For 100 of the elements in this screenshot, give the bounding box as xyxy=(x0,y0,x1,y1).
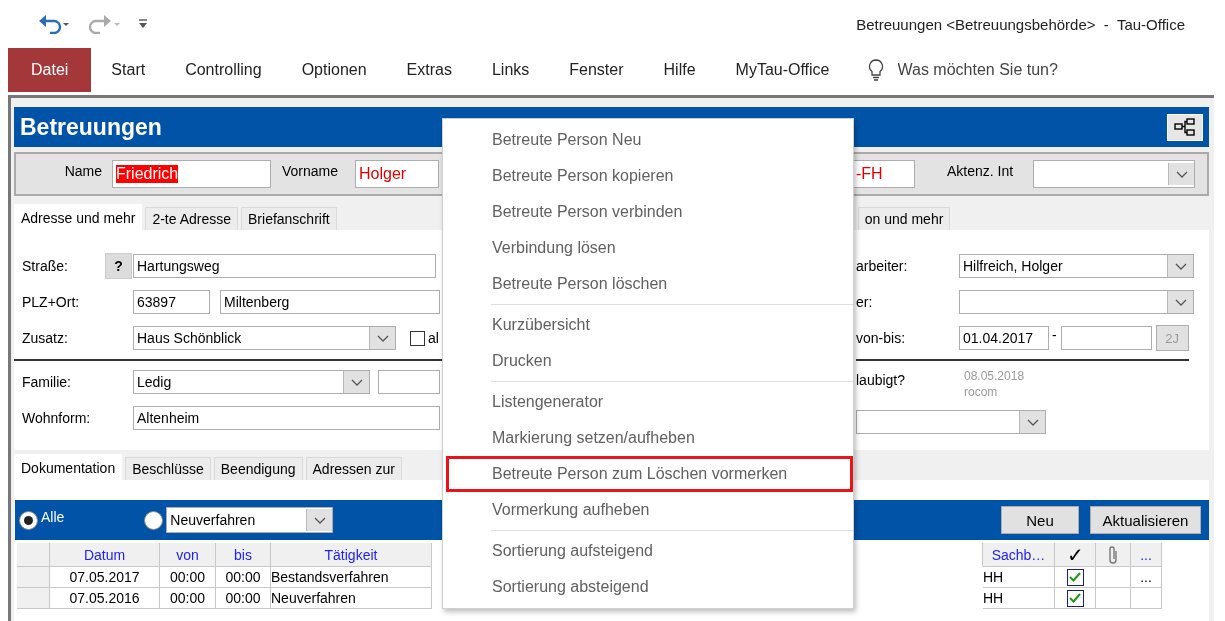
tab[interactable]: Adresse und mehr xyxy=(14,204,143,230)
stamp-date: 08.05.2018 xyxy=(964,368,1025,384)
table-cell: Neuverfahren xyxy=(271,588,432,609)
tab[interactable]: Beendigung xyxy=(213,457,303,480)
dropdown-button[interactable] xyxy=(1167,291,1193,313)
ribbon-tab[interactable]: Hilfe xyxy=(643,48,716,92)
dropdown-field[interactable]: Haus Schönblick xyxy=(133,326,396,350)
ribbon-tab[interactable]: Links xyxy=(471,48,550,92)
text-field[interactable]: Miltenberg xyxy=(220,290,440,314)
text-field[interactable] xyxy=(378,370,440,394)
dropdown-button[interactable] xyxy=(1167,255,1193,277)
ribbon-tab[interactable]: Extras xyxy=(386,48,472,92)
dropdown-field[interactable]: Neuverfahren xyxy=(166,507,334,533)
lightbulb-icon[interactable] xyxy=(867,59,884,81)
customize-icon[interactable] xyxy=(138,19,148,29)
dropdown-button[interactable] xyxy=(306,509,333,531)
menu-item[interactable]: Betreute Person Neu xyxy=(443,122,853,158)
zip-field[interactable]: 63897 xyxy=(133,290,210,314)
column-header[interactable]: ... xyxy=(1131,543,1162,567)
text-field[interactable]: Friedrich xyxy=(112,160,271,188)
dropdown-button[interactable] xyxy=(1168,163,1194,185)
menu-item[interactable]: Vormerkung aufheben xyxy=(443,492,853,528)
ribbon-tab[interactable]: Start xyxy=(91,48,166,92)
text-field[interactable]: Altenheim xyxy=(133,406,440,430)
row-selector[interactable] xyxy=(17,588,50,609)
menu-item[interactable]: Drucken xyxy=(443,343,853,379)
menu-item[interactable]: Sortierung aufsteigend xyxy=(443,533,853,569)
date-field[interactable] xyxy=(1060,326,1152,350)
table-cell: HH xyxy=(983,588,1055,609)
tab[interactable]: 2-te Adresse xyxy=(145,207,238,230)
tab[interactable]: Adressen zur xyxy=(305,457,402,480)
chevron-icon xyxy=(376,334,389,342)
structure-button[interactable] xyxy=(1167,113,1203,141)
radio-button[interactable] xyxy=(19,510,38,530)
checkbox[interactable] xyxy=(1066,589,1084,607)
dropdown-field[interactable] xyxy=(856,410,1046,434)
field-label: laubigt? xyxy=(856,372,907,388)
menu-item[interactable]: Betreute Person kopieren xyxy=(443,158,853,194)
column-header[interactable]: Datum xyxy=(50,543,160,567)
menu-item[interactable]: Listengenerator xyxy=(443,384,853,420)
help-button[interactable]: ? xyxy=(105,253,132,279)
column-header[interactable]: bis xyxy=(216,543,271,567)
ribbon-tab[interactable]: Fenster xyxy=(549,48,644,92)
field-label: Aktenz. Int xyxy=(947,163,1015,179)
paperclip-icon xyxy=(1107,544,1119,565)
table-cell: 00:00 xyxy=(160,567,216,588)
dropdown-button[interactable] xyxy=(369,327,395,349)
chevron-icon xyxy=(1175,170,1188,178)
dropdown-field[interactable] xyxy=(959,290,1194,314)
ribbon-tab[interactable]: Controlling xyxy=(165,48,282,92)
check-icon xyxy=(1069,593,1081,603)
field-label: arbeiter: xyxy=(856,258,909,274)
undo-icon[interactable] xyxy=(38,14,72,34)
row-selector[interactable] xyxy=(17,567,50,588)
text-field[interactable]: Holger xyxy=(355,160,439,188)
dropdown-field[interactable]: Ledig xyxy=(133,370,370,394)
field-label: Familie: xyxy=(22,374,72,390)
date-field[interactable]: 01.04.2017 xyxy=(959,326,1049,350)
redo-icon[interactable] xyxy=(88,14,122,34)
menu-item[interactable]: Kurzübersicht xyxy=(443,307,853,343)
ribbon-tab[interactable]: Optionen xyxy=(281,48,387,92)
checkbox[interactable] xyxy=(410,330,425,346)
column-header[interactable]: von xyxy=(160,543,216,567)
column-header[interactable]: Tätigkeit xyxy=(271,543,432,567)
tab[interactable]: Dokumentation xyxy=(14,454,123,480)
tab[interactable]: on und mehr xyxy=(857,207,951,230)
text-field[interactable]: -FH xyxy=(852,160,915,188)
dropdown-button[interactable] xyxy=(1019,411,1045,433)
refresh-button[interactable]: Aktualisieren xyxy=(1090,506,1201,534)
menu-item[interactable]: Betreute Person löschen xyxy=(443,266,853,302)
tab[interactable]: Beschlüsse xyxy=(125,457,211,480)
stamp-user: rocom xyxy=(964,384,999,400)
field-label: Zusatz: xyxy=(22,330,69,346)
table-cell: 00:00 xyxy=(160,588,216,609)
column-header[interactable]: Sachb… xyxy=(983,543,1055,567)
table-cell xyxy=(1131,588,1162,609)
checkbox[interactable] xyxy=(1066,568,1084,586)
text-field[interactable]: Hartungsweg xyxy=(133,254,436,278)
new-button[interactable]: Neu xyxy=(1001,506,1079,534)
table-cell: 07.05.2016 xyxy=(50,588,160,609)
more-button[interactable]: ... xyxy=(1131,567,1162,588)
tab[interactable]: Briefanschrift xyxy=(241,207,337,230)
field-label: Straße: xyxy=(22,258,69,274)
dropdown-field[interactable] xyxy=(1033,160,1195,188)
menu-item[interactable]: Markierung setzen/aufheben xyxy=(443,420,853,456)
menu-item[interactable]: Sortierung absteigend xyxy=(443,569,853,605)
menu-item[interactable]: Betreute Person verbinden xyxy=(443,194,853,230)
menu-item[interactable]: Verbindung lösen xyxy=(443,230,853,266)
column-header[interactable]: ✓ xyxy=(1055,543,1096,567)
dropdown-button[interactable] xyxy=(343,371,369,393)
search-field[interactable]: Was möchten Sie tun? xyxy=(895,60,1096,80)
file-tab[interactable]: Datei xyxy=(8,48,92,92)
ribbon-tab[interactable]: MyTau-Office xyxy=(715,48,850,92)
chevron-icon xyxy=(1174,298,1187,306)
table-cell: 00:00 xyxy=(216,567,271,588)
menu-item[interactable]: Betreute Person zum Löschen vormerken xyxy=(446,456,853,492)
radio-button[interactable] xyxy=(144,510,164,530)
table-cell: 07.05.2017 xyxy=(50,567,160,588)
window-title: Betreuungen <Betreuungsbehörde> - Tau-Office xyxy=(856,15,1185,33)
dropdown-field[interactable]: Hilfreich, Holger xyxy=(959,254,1194,278)
